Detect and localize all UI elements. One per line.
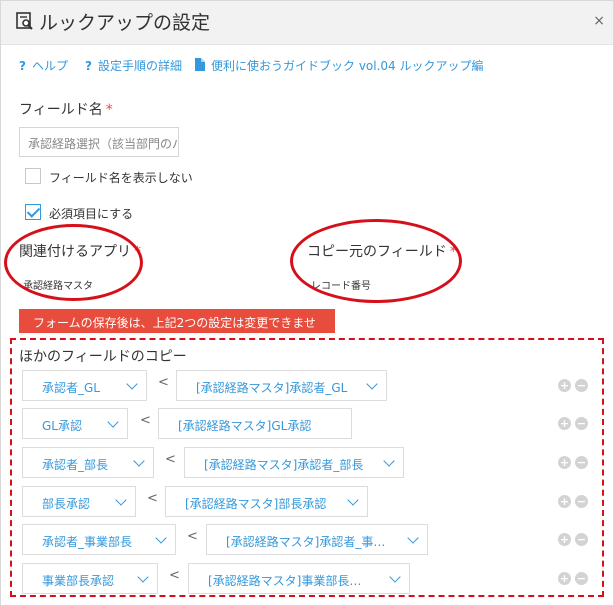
dest-field-select[interactable]: 部長承認 — [22, 486, 136, 517]
src-field-select[interactable]: [承認経路マスタ]承認者_事… — [206, 524, 428, 555]
lookup-settings-dialog: ルックアップの設定 × ? ヘルプ ? 設定手順の詳細 便利に使おうガイドブック… — [0, 0, 614, 606]
chevron-down-icon — [126, 378, 138, 390]
help-link[interactable]: ? ヘルプ — [19, 57, 68, 74]
src-field-select[interactable]: [承認経路マスタ]部長承認 — [165, 486, 368, 517]
dest-field-select[interactable]: 事業部長承認 — [22, 563, 158, 594]
warning-banner: フォームの保存後は、上記2つの設定は変更できません。 — [19, 309, 335, 347]
remove-row-icon[interactable]: − — [575, 456, 588, 469]
src-field-select[interactable]: [承認経路マスタ]事業部長… — [188, 563, 410, 594]
chevron-down-icon — [347, 494, 359, 506]
remove-row-icon[interactable]: − — [575, 572, 588, 585]
copy-arrow: < — [140, 413, 151, 428]
remove-row-icon[interactable]: − — [575, 495, 588, 508]
dest-field-select[interactable]: 承認者_部長 — [22, 447, 154, 478]
add-row-icon[interactable]: + — [558, 495, 571, 508]
src-field-select[interactable]: [承認経路マスタ]GL承認 — [158, 408, 352, 439]
copy-arrow: < — [147, 491, 158, 506]
annotation-circle — [290, 219, 462, 303]
lookup-icon — [15, 11, 35, 31]
copy-arrow: < — [187, 529, 198, 544]
annotation-circle — [4, 224, 143, 301]
chevron-down-icon — [115, 494, 127, 506]
close-icon[interactable]: × — [593, 13, 605, 29]
dest-field-select[interactable]: 承認者_事業部長 — [22, 524, 176, 555]
remove-row-icon[interactable]: − — [575, 533, 588, 546]
copy-arrow: < — [169, 568, 180, 583]
add-row-icon[interactable]: + — [558, 456, 571, 469]
required-label: 必須項目にする — [49, 207, 134, 221]
chevron-down-icon — [107, 416, 119, 428]
add-row-icon[interactable]: + — [558, 572, 571, 585]
chevron-down-icon — [155, 532, 167, 544]
chevron-down-icon — [133, 455, 145, 467]
required-checkbox[interactable] — [25, 204, 41, 220]
field-name-input[interactable]: 承認経路選択（該当部門のパ — [19, 127, 179, 157]
field-name-label: フィールド名 * — [19, 102, 113, 118]
required-mark: * — [105, 102, 113, 118]
remove-row-icon[interactable]: − — [575, 417, 588, 430]
add-row-icon[interactable]: + — [558, 417, 571, 430]
chevron-down-icon — [389, 571, 401, 583]
question-icon: ? — [19, 58, 26, 73]
dest-field-select[interactable]: 承認者_GL — [22, 370, 147, 401]
add-row-icon[interactable]: + — [558, 533, 571, 546]
chevron-down-icon — [383, 455, 395, 467]
dialog-title: ルックアップの設定 — [39, 12, 211, 34]
question-icon: ? — [85, 58, 92, 73]
setup-steps-link[interactable]: ? 設定手順の詳細 — [85, 57, 182, 74]
guidebook-link[interactable]: 便利に使おうガイドブック vol.04 ルックアップ編 — [195, 57, 484, 74]
chevron-down-icon — [366, 378, 378, 390]
chevron-down-icon — [407, 532, 419, 544]
add-row-icon[interactable]: + — [558, 379, 571, 392]
src-field-select[interactable]: [承認経路マスタ]承認者_部長 — [184, 447, 404, 478]
hide-field-name-label: フィールド名を表示しない — [49, 171, 193, 185]
document-icon — [195, 57, 205, 74]
src-field-select[interactable]: [承認経路マスタ]承認者_GL — [176, 370, 387, 401]
copy-arrow: < — [158, 375, 169, 390]
field-copy-title: ほかのフィールドのコピー — [19, 349, 187, 365]
dest-field-select[interactable]: GL承認 — [22, 408, 128, 439]
hide-field-name-checkbox[interactable] — [25, 168, 41, 184]
dialog-header: ルックアップの設定 × — [1, 1, 613, 45]
copy-arrow: < — [165, 452, 176, 467]
remove-row-icon[interactable]: − — [575, 379, 588, 392]
chevron-down-icon — [137, 571, 149, 583]
